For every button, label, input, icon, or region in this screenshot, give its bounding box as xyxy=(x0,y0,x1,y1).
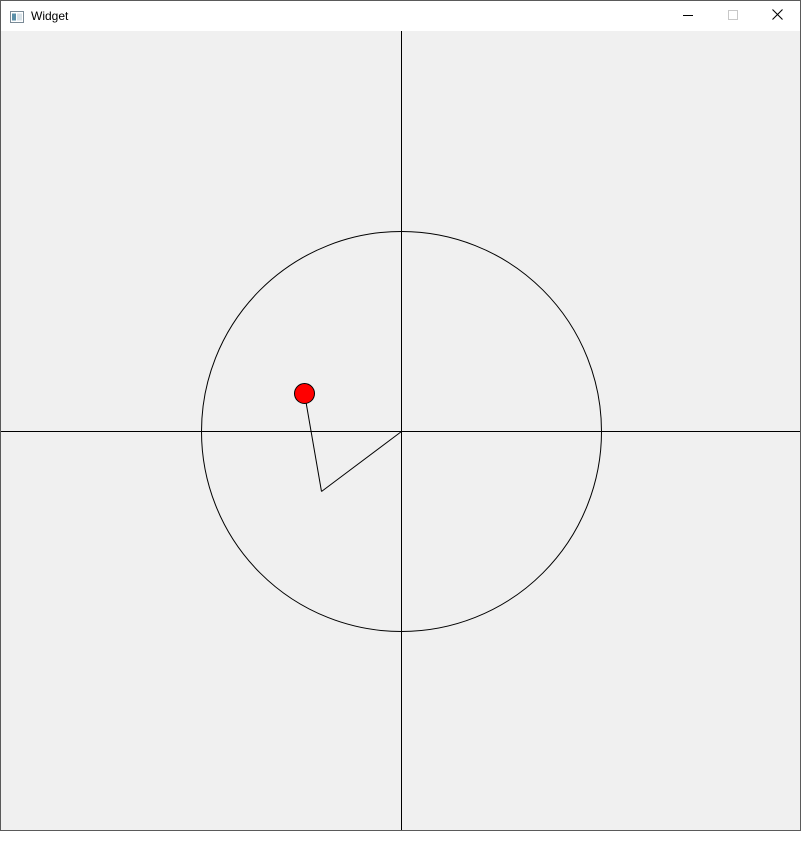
close-icon xyxy=(772,7,783,25)
maximize-button[interactable] xyxy=(710,1,755,31)
minimize-icon xyxy=(682,7,693,25)
arm-link-1 xyxy=(321,431,402,492)
canvas-svg xyxy=(1,31,800,830)
window-app-icon xyxy=(10,10,24,23)
drawing-canvas[interactable] xyxy=(1,31,800,830)
end-effector-dot[interactable] xyxy=(294,383,315,404)
window-title: Widget xyxy=(31,9,69,23)
minimize-button[interactable] xyxy=(665,1,710,31)
widget-window: Widget xyxy=(0,0,801,831)
maximize-icon xyxy=(727,7,738,25)
arm-link-2 xyxy=(304,393,322,492)
close-button[interactable] xyxy=(755,1,800,31)
title-bar[interactable]: Widget xyxy=(1,1,800,31)
